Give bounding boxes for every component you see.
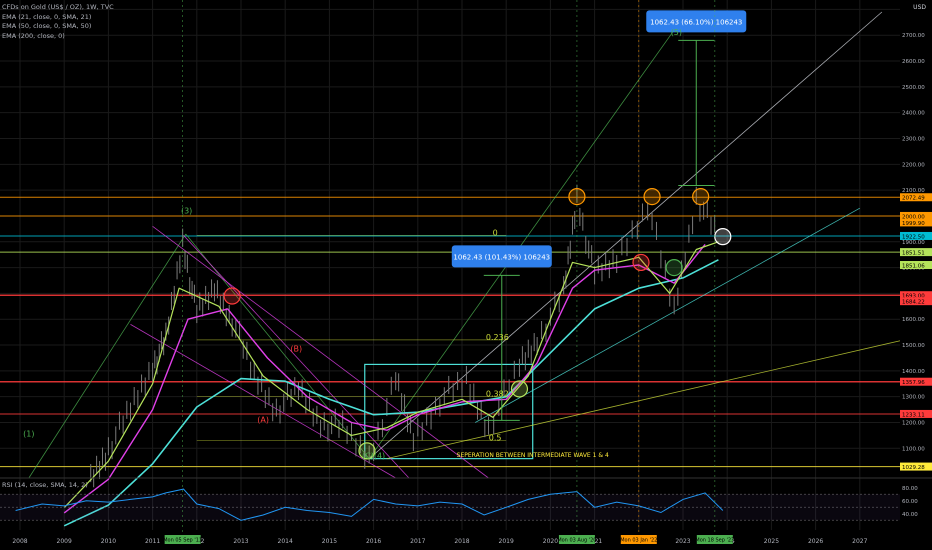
wave-annotation: 0.5 — [489, 434, 502, 443]
y-tick-label: 1600.00 — [902, 317, 925, 323]
wave-annotation: 0 — [493, 228, 498, 237]
x-tick-label: 2013 — [233, 538, 248, 545]
pivot-circle — [692, 187, 710, 206]
y-tick-label: 2500.00 — [902, 85, 925, 91]
price-tag-label: 2072.49 — [902, 196, 925, 202]
legend-ema21[interactable]: EMA (21, close, 0, SMA, 21) — [2, 13, 114, 23]
legend-ema200[interactable]: EMA (200, close, 0) — [2, 32, 114, 42]
x-tick-label: 2016 — [366, 538, 381, 545]
price-tag-label: 1357.96 — [902, 380, 925, 386]
y-tick-label: 2600.00 — [902, 59, 925, 65]
price-tag-label: 1999.90 — [902, 221, 925, 227]
currency-label[interactable]: USD — [913, 4, 926, 11]
date-highlight-label: Mon 05 Sep '11 — [163, 538, 202, 544]
x-tick-label: 2027 — [852, 538, 867, 545]
y-tick-label: 1400.00 — [902, 369, 925, 375]
pivot-circle — [632, 253, 650, 272]
legend-ema50[interactable]: EMA (50, close, 0, SMA, 50) — [2, 22, 114, 32]
chart-canvas[interactable]: 1062.43 (101.43%) 106243 1062.43 (66.10%)… — [0, 0, 932, 550]
x-tick-label: 2025 — [764, 538, 779, 545]
pivot-circle — [643, 187, 661, 206]
chart-background — [0, 0, 932, 550]
y-tick-label: 1100.00 — [902, 446, 925, 452]
x-tick-label: 2015 — [322, 538, 337, 545]
x-tick-label: 2026 — [808, 538, 823, 545]
price-tag-label: 1684.22 — [902, 300, 925, 306]
rsi-tick-label: 80.00 — [902, 486, 918, 492]
wave-annotation: 0.382 — [486, 390, 509, 399]
wave-annotation: 0.236 — [486, 333, 509, 342]
y-tick-label: 1200.00 — [902, 420, 925, 426]
x-tick-label: 2011 — [145, 538, 160, 545]
date-highlight-label: Mon 18 Sep '23 — [695, 538, 734, 544]
pivot-circle — [510, 380, 529, 398]
price-tag-label: 1922.50 — [902, 234, 925, 240]
rsi-legend: RSI (14, close, SMA, 14, 2) — [2, 481, 88, 491]
price-tag-label: 1851.06 — [902, 264, 925, 270]
x-tick-label: 2018 — [454, 538, 469, 545]
pivot-circle — [714, 228, 732, 246]
x-tick-label: 2014 — [278, 538, 293, 545]
legend-symbol[interactable]: CFDs on Gold (US$ / OZ), 1W, TVC — [2, 3, 114, 13]
pivot-circle — [223, 287, 241, 305]
x-tick-label: 2019 — [499, 538, 514, 545]
measure-label: 1062.43 (66.10%) 106243 — [650, 18, 742, 26]
y-tick-label: 1500.00 — [902, 343, 925, 349]
x-tick-label: 2008 — [12, 538, 27, 545]
x-tick-label: 2023 — [675, 538, 690, 545]
y-tick-label: 2200.00 — [902, 162, 925, 168]
y-tick-label: 1300.00 — [902, 395, 925, 401]
wave-annotation: (C)(4) — [362, 452, 385, 461]
wave-annotation: (A) — [257, 415, 269, 424]
x-tick-label: 2009 — [57, 538, 72, 545]
date-highlight-label: Mon 03 Aug '20 — [557, 538, 596, 544]
wave-annotation: SEPERATION BETWEEN INTERMEDIATE WAVE 1 &… — [457, 452, 609, 459]
rsi-tick-label: 60.00 — [902, 499, 918, 505]
price-tag-label: 1851.51 — [902, 251, 925, 257]
rsi-band — [0, 494, 900, 521]
price-tag-label: 1029.28 — [902, 465, 925, 471]
chart-legend: CFDs on Gold (US$ / OZ), 1W, TVC EMA (21… — [2, 3, 114, 41]
date-highlight-label: Mon 03 Jan '22 — [620, 538, 657, 544]
legend-rsi[interactable]: RSI (14, close, SMA, 14, 2) — [2, 481, 88, 491]
pivot-circle — [665, 258, 683, 277]
rsi-tick-label: 40.00 — [902, 512, 918, 518]
wave-annotation: (1) — [23, 430, 34, 439]
y-tick-label: 2400.00 — [902, 111, 925, 117]
y-tick-label: 2300.00 — [902, 137, 925, 143]
y-tick-label: 2700.00 — [902, 33, 925, 39]
wave-annotation: (B) — [290, 344, 302, 353]
measure-label: 1062.43 (101.43%) 106243 — [453, 253, 550, 261]
wave-annotation: (5) — [671, 28, 682, 37]
price-tag-label: 1233.11 — [902, 412, 925, 418]
x-tick-label: 2010 — [101, 538, 116, 545]
y-tick-label: 1900.00 — [902, 240, 925, 246]
y-tick-label: 2100.00 — [902, 188, 925, 194]
x-tick-label: 2017 — [410, 538, 425, 545]
x-tick-label: 2020 — [543, 538, 558, 545]
